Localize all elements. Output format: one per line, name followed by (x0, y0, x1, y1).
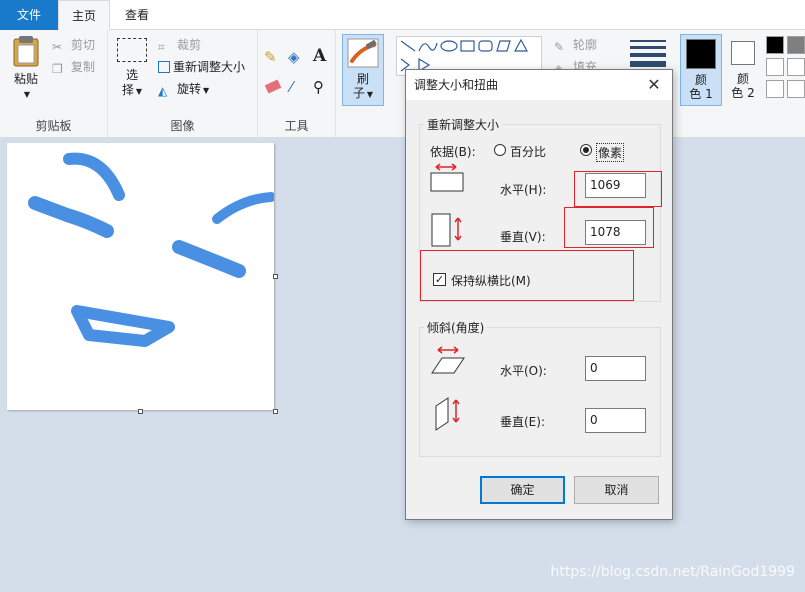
vertical-highlight (564, 207, 654, 248)
clipboard-icon (13, 36, 39, 67)
horizontal-skew-icon (431, 346, 465, 374)
resize-handle[interactable] (273, 274, 278, 279)
tab-file[interactable]: 文件 (0, 0, 58, 30)
pixels-radio[interactable] (580, 144, 592, 156)
selection-icon (117, 38, 147, 62)
skew-vertical-input[interactable]: 0 (585, 408, 646, 433)
palette-swatch-gray[interactable] (787, 36, 805, 54)
brush-icon (347, 38, 379, 68)
copy-label: 复制 (71, 60, 96, 74)
skew-horizontal-input[interactable]: 0 (585, 356, 646, 381)
eraser-icon[interactable] (264, 79, 282, 94)
resize-icon (158, 60, 170, 73)
ribbon: 粘贴 ▼ ✂ 剪切 ❐ 复制 剪贴板 选 择 ▼ ⌗ 裁剪 重新调整大小 ◭ 旋转 ▼ 图像… (0, 30, 805, 138)
chevron-down-icon: ▼ (23, 90, 31, 99)
outline-icon: ✎ (554, 39, 565, 54)
palette-swatch-empty[interactable] (766, 80, 784, 98)
chevron-down-icon: ▼ (135, 87, 143, 96)
paste-label: 粘贴 (13, 72, 38, 86)
outline-label: 轮廓 (573, 38, 598, 52)
image-group: 选 择 ▼ ⌗ 裁剪 重新调整大小 ◭ 旋转 ▼ 图像 (108, 30, 258, 138)
color1-button[interactable]: 颜 色 1 (680, 34, 722, 106)
canvas-workspace: https://blog.csdn.net/RainGod1999 (0, 139, 805, 592)
image-group-label: 图像 (170, 119, 195, 133)
crop-label: 裁剪 (177, 38, 202, 52)
tab-home[interactable]: 主页 (58, 0, 110, 31)
magnifier-icon[interactable]: ⚲ (313, 78, 324, 96)
skew-vertical-label: 垂直(E): (500, 415, 545, 429)
tab-view[interactable]: 查看 (112, 0, 162, 30)
chevron-down-icon: ▼ (203, 86, 210, 95)
pencil-icon[interactable]: ✎ (264, 48, 277, 66)
crop-button[interactable]: ⌗ 裁剪 (158, 35, 201, 55)
color1-label-a: 颜 (694, 73, 707, 87)
keep-ratio-highlight (420, 250, 634, 301)
outline-button[interactable]: ✎ 轮廓 (554, 35, 597, 55)
rotate-label: 旋转 (177, 82, 202, 96)
color1-label-b: 色 1 (689, 87, 713, 101)
resize-skew-dialog: 调整大小和扭曲 ✕ 重新调整大小 依据(B): 百分比 像素 水平(H): 10… (405, 69, 673, 520)
cut-button[interactable]: ✂ 剪切 (52, 35, 95, 55)
fill-bucket-icon[interactable]: ◈ (288, 48, 300, 66)
text-icon[interactable]: A (313, 46, 326, 66)
vertical-label: 垂直(V): (500, 230, 546, 244)
resize-button[interactable]: 重新调整大小 (158, 57, 245, 77)
cut-label: 剪切 (71, 38, 96, 52)
rotate-icon: ◭ (158, 83, 168, 98)
close-icon[interactable]: ✕ (644, 75, 664, 95)
drawing-canvas[interactable] (7, 143, 276, 410)
resize-label: 重新调整大小 (173, 60, 246, 74)
percent-label: 百分比 (510, 145, 547, 159)
palette-swatch-empty[interactable] (787, 58, 805, 76)
resize-handle[interactable] (273, 409, 278, 414)
pixels-label: 像素 (596, 143, 625, 162)
brush-group: 刷 子 ▼ (336, 30, 390, 138)
skew-horizontal-label: 水平(O): (500, 364, 547, 378)
resize-handle[interactable] (138, 409, 143, 414)
horizontal-highlight (574, 171, 662, 207)
color2-button[interactable]: 颜 色 2 (724, 34, 762, 106)
rotate-button[interactable]: ◭ 旋转 ▼ (158, 79, 209, 99)
clipboard-group-label: 剪贴板 (35, 119, 72, 133)
vertical-skew-icon (435, 397, 460, 431)
copy-icon: ❐ (52, 61, 63, 76)
skew-legend: 倾斜(角度) (424, 319, 488, 336)
vertical-resize-icon (431, 213, 462, 247)
ribbon-tab-bar: 文件 主页 查看 (0, 0, 805, 31)
dialog-title: 调整大小和扭曲 (406, 70, 672, 100)
color1-swatch (686, 39, 716, 69)
tools-group: ✎ ◈ A ⁄ ⚲ 工具 (258, 30, 336, 138)
brush-label-1: 刷 (356, 72, 369, 86)
watermark: https://blog.csdn.net/RainGod1999 (550, 564, 795, 580)
color-picker-icon[interactable]: ⁄ (290, 78, 293, 96)
palette-swatch-black[interactable] (766, 36, 784, 54)
resize-legend: 重新调整大小 (424, 116, 503, 133)
tools-group-label: 工具 (284, 119, 309, 133)
select-label-1: 选 (125, 68, 138, 82)
palette-swatch-empty[interactable] (766, 58, 784, 76)
chevron-down-icon: ▼ (366, 90, 374, 99)
select-label-2: 择 (121, 83, 134, 97)
copy-button[interactable]: ❐ 复制 (52, 57, 95, 77)
palette-swatch-empty[interactable] (787, 80, 805, 98)
brush-button[interactable]: 刷 子 ▼ (342, 34, 384, 106)
size-icon[interactable] (630, 40, 666, 67)
crop-icon: ⌗ (158, 39, 165, 54)
color2-label-a: 颜 (736, 72, 749, 86)
brush-label-2: 子 (352, 86, 365, 100)
clipboard-group: 粘贴 ▼ ✂ 剪切 ❐ 复制 剪贴板 (0, 30, 108, 138)
basis-label: 依据(B): (430, 145, 476, 159)
ok-button[interactable]: 确定 (480, 476, 565, 504)
select-button[interactable]: 选 择 ▼ (114, 38, 150, 99)
drawing-strokes (28, 152, 276, 347)
horizontal-resize-icon (430, 163, 464, 192)
color2-label-b: 色 2 (731, 86, 755, 100)
scissors-icon: ✂ (52, 39, 63, 54)
cancel-button[interactable]: 取消 (574, 476, 659, 504)
paste-button[interactable]: 粘贴 ▼ (6, 34, 46, 102)
color2-swatch (731, 41, 755, 65)
percent-radio[interactable] (494, 144, 506, 156)
horizontal-label: 水平(H): (500, 183, 547, 197)
